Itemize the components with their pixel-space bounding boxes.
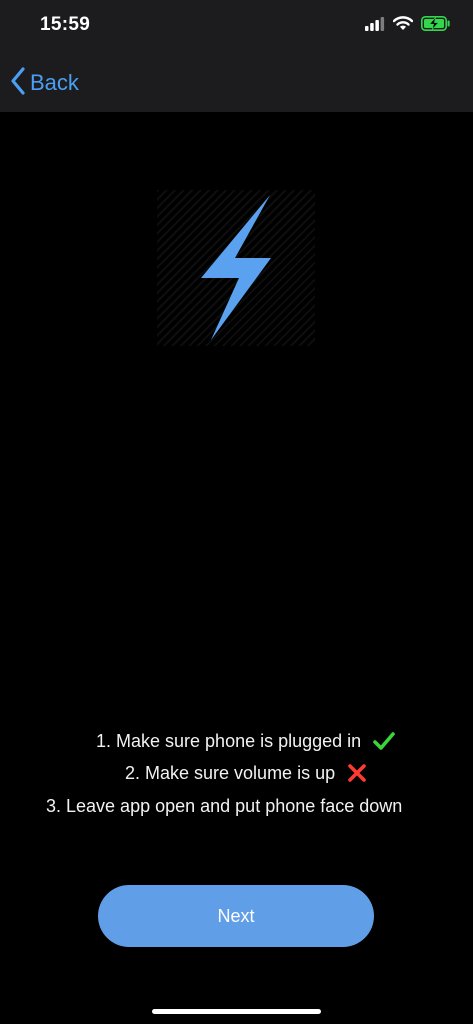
- instruction-text: 1. Make sure phone is plugged in: [96, 730, 362, 751]
- status-bar: 15:59: [0, 0, 473, 56]
- battery-charging-icon: [421, 16, 451, 36]
- cross-icon: [347, 763, 367, 783]
- cellular-signal-icon: [365, 16, 385, 36]
- home-indicator: [152, 1009, 321, 1014]
- wifi-icon: [392, 16, 414, 36]
- navigation-bar: Back: [0, 56, 473, 112]
- chevron-left-icon: [10, 66, 26, 100]
- instruction-step-3: 3. Leave app open and put phone face dow…: [46, 792, 402, 820]
- instruction-step-1: 1. Make sure phone is plugged in: [96, 727, 395, 755]
- back-label: Back: [30, 70, 79, 95]
- lightning-bolt-icon: [157, 190, 315, 346]
- status-time: 15:59: [40, 14, 91, 35]
- status-icons: [365, 16, 451, 36]
- instruction-text: 2. Make sure volume is up: [125, 762, 336, 783]
- back-button[interactable]: Back: [10, 66, 79, 100]
- hero-illustration: [157, 190, 315, 346]
- checkmark-icon: [373, 731, 395, 751]
- instruction-step-2: 2. Make sure volume is up: [125, 759, 367, 787]
- next-button[interactable]: Next: [98, 885, 374, 947]
- instruction-text: 3. Leave app open and put phone face dow…: [46, 795, 403, 816]
